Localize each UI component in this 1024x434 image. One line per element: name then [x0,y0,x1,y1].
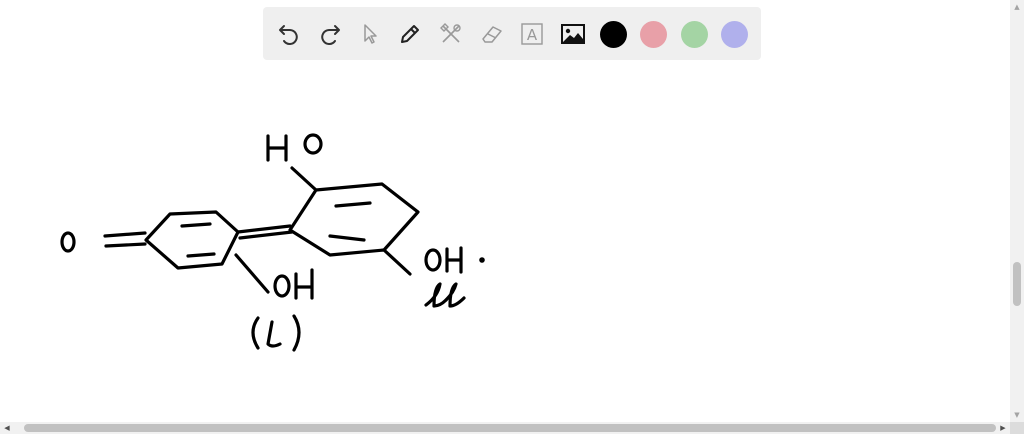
tools-button[interactable] [434,17,468,51]
handwritten-chemical-structure [60,133,485,352]
undo-button[interactable] [272,17,306,51]
text-button[interactable]: A [515,17,549,51]
drawing-toolbar: A [263,7,761,60]
sketch-double-bond-1 [103,231,147,238]
color-red[interactable] [636,17,670,51]
sketch-double-bond-2 [236,224,292,234]
sketch-ring-right [288,182,420,257]
scroll-up-arrow[interactable]: ▲ [1010,0,1024,14]
scroll-down-arrow[interactable]: ▼ [1010,408,1024,422]
horizontal-scroll-thumb[interactable] [24,424,996,432]
sketch-bond-ho [290,166,318,192]
scrollbar-corner [1010,422,1024,434]
sketch-ring-left [144,210,240,270]
eraser-button[interactable] [475,17,509,51]
text-box-icon: A [521,23,543,45]
color-black[interactable] [596,17,630,51]
sketch-oxygen-left [60,231,76,253]
color-green[interactable] [677,17,711,51]
undo-icon [279,25,298,45]
pointer-icon [364,24,377,44]
vertical-scrollbar[interactable]: ▲ ▼ [1010,0,1024,422]
color-blue[interactable] [717,17,751,51]
pencil-icon [401,25,419,43]
image-button[interactable] [556,17,590,51]
horizontal-scrollbar[interactable]: ◀ ▶ [0,422,1024,434]
select-button[interactable] [353,17,387,51]
drawing-canvas[interactable] [0,60,1010,422]
sketch-bond-oh-left [234,253,270,294]
eraser-icon [482,26,502,43]
pen-button[interactable] [393,17,427,51]
redo-button[interactable] [313,17,347,51]
vertical-scroll-thumb[interactable] [1013,262,1021,306]
image-icon [561,24,585,44]
scroll-left-arrow[interactable]: ◀ [0,422,14,434]
hammer-wrench-icon [440,23,461,43]
sketch-bond-oh-right [382,248,412,276]
scroll-right-arrow[interactable]: ▶ [996,422,1010,434]
text-glyph: A [527,26,538,44]
redo-icon [321,25,340,45]
